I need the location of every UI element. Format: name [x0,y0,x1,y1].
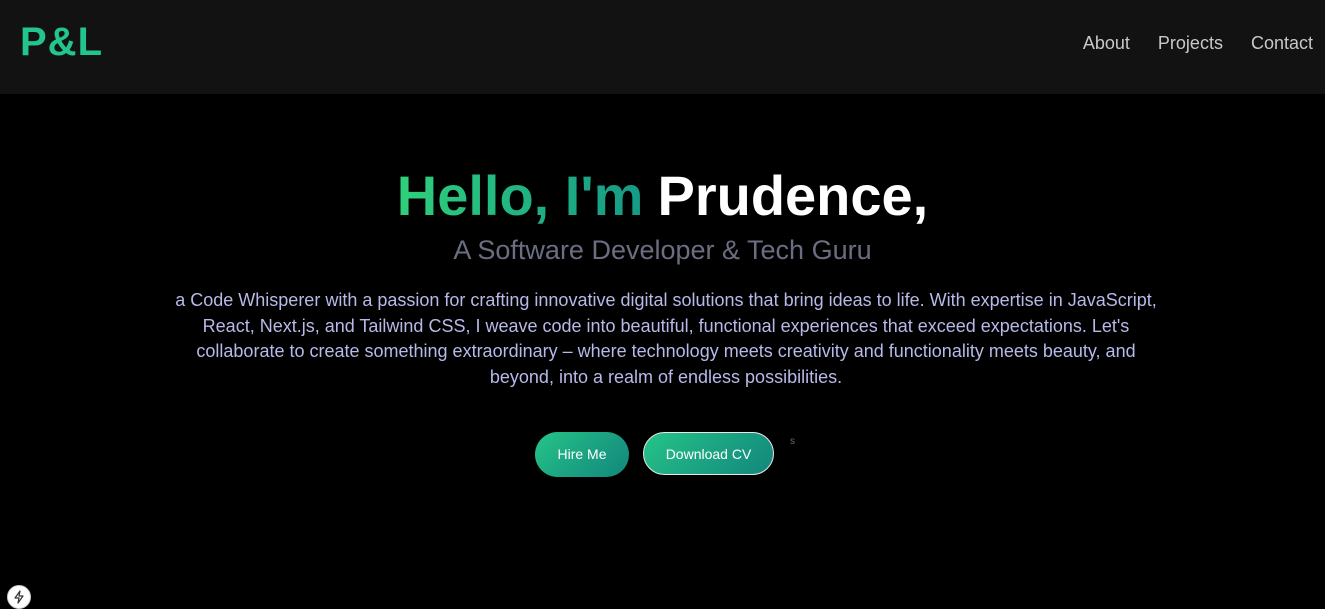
stray-text: s [790,436,795,447]
nav-links: About Projects Contact [1055,31,1313,55]
download-cv-button[interactable]: Download CV [643,432,774,475]
navbar: P&L About Projects Contact [0,0,1325,94]
nav-link-about[interactable]: About [1083,31,1130,55]
lightning-bolt-icon[interactable] [7,585,31,609]
hero-name: Prudence, [657,164,929,227]
hero-section: Hello, I'm Prudence, A Software Developer… [0,94,1325,608]
hire-me-button[interactable]: Hire Me [535,432,629,477]
hero-bio: a Code Whisperer with a passion for craf… [175,290,1157,387]
nav-link-contact[interactable]: Contact [1251,31,1313,55]
hero-subtitle: A Software Developer & Tech Guru [453,235,872,265]
nav-link-projects[interactable]: Projects [1158,31,1223,55]
hero-greeting: Hello, I'm [396,164,644,227]
logo[interactable]: P&L [20,20,103,64]
hero-headline: Hello, I'm Prudence, [0,164,1325,228]
hero-actions: Hire Me Download CV s [535,432,795,477]
lightning-bolt-glyph [14,590,24,604]
